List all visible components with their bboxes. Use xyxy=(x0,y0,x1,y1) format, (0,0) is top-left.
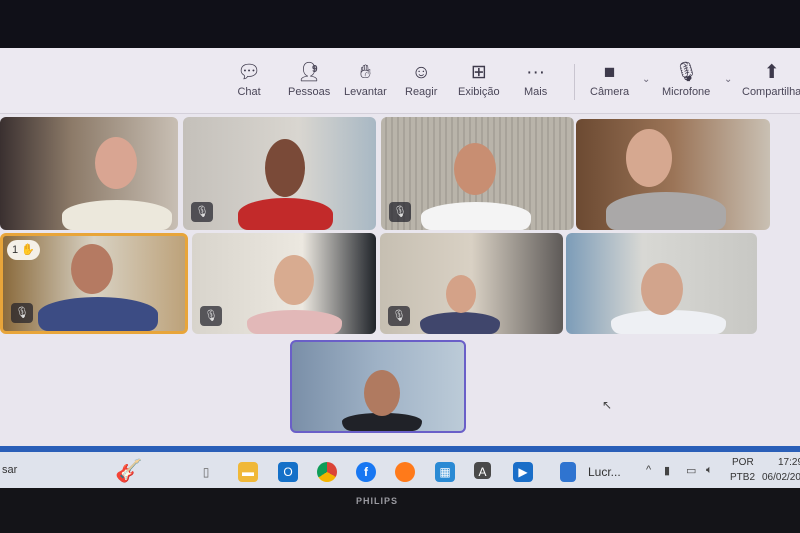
participant-video-tile[interactable]: 🎙︎ xyxy=(380,233,563,334)
media-player-icon[interactable]: ▶ xyxy=(513,462,533,482)
participant-video-tile[interactable] xyxy=(566,233,757,334)
monitor-logo: PHILIPS xyxy=(356,496,399,506)
muted-mic-icon: 🎙︎ xyxy=(11,303,33,323)
participant-video-tile[interactable] xyxy=(576,119,770,230)
mouse-cursor-icon: ↖ xyxy=(602,398,613,412)
share-icon: ⬆ xyxy=(763,62,780,83)
firefox-icon[interactable] xyxy=(395,462,415,482)
people-button[interactable]: 👤︎ 9 Pessoas xyxy=(288,60,330,98)
taskbar-item-document[interactable]: Lucr... xyxy=(588,465,621,479)
search-box[interactable]: sar xyxy=(2,464,17,476)
chat-icon: 💬︎ xyxy=(237,62,262,83)
volume-icon[interactable]: 🔈︎ xyxy=(706,464,713,477)
participant-video-tile[interactable]: 🎙︎ xyxy=(183,117,376,230)
mic-button[interactable]: 🎙︎ Microfone xyxy=(662,60,710,98)
more-button[interactable]: ··· Mais xyxy=(524,60,547,98)
camera-options-chevron-icon[interactable]: ⌄ xyxy=(642,74,650,85)
app-icon[interactable]: ▦ xyxy=(435,462,455,482)
guitar-icon: 🎸 xyxy=(115,458,143,483)
chrome-icon[interactable] xyxy=(317,462,337,482)
microphone-tray-icon: ▮ xyxy=(664,465,671,477)
muted-mic-icon: 🎙︎ xyxy=(191,202,213,222)
meeting-toolbar: 💬︎ Chat 👤︎ 9 Pessoas ✋︎ Levantar ☺ Reagir ⊞ Ex… xyxy=(0,48,800,114)
participant-video-tile[interactable] xyxy=(0,117,178,230)
more-icon: ··· xyxy=(526,62,546,83)
keyboard-layout[interactable]: PTB2 xyxy=(730,472,755,483)
document-icon[interactable] xyxy=(560,462,576,482)
grid-icon: ⊞ xyxy=(470,62,487,83)
react-button[interactable]: ☺ Reagir xyxy=(405,60,437,98)
muted-mic-icon: 🎙︎ xyxy=(200,306,222,326)
font-app-icon[interactable]: A xyxy=(474,462,491,479)
self-video-tile[interactable] xyxy=(290,340,466,433)
facebook-icon[interactable]: f xyxy=(356,462,376,482)
participant-video-tile[interactable]: 🎙︎ xyxy=(192,233,376,334)
microphone-icon: 🎙︎ xyxy=(674,62,699,83)
monitor-bezel: PHILIPS xyxy=(0,488,800,533)
camera-button[interactable]: ■ Câmera xyxy=(590,60,629,98)
participant-video-tile-active[interactable]: 1 ✋ 🎙︎ xyxy=(0,233,188,334)
task-view-icon[interactable]: ▯ xyxy=(196,462,216,482)
hand-icon: ✋︎ xyxy=(359,62,371,83)
participant-video-tile[interactable]: 🎙︎ xyxy=(381,117,574,230)
mic-options-chevron-icon[interactable]: ⌄ xyxy=(724,74,732,85)
view-button[interactable]: ⊞ Exibição xyxy=(458,60,500,98)
chat-button[interactable]: 💬︎ Chat xyxy=(237,60,261,98)
file-explorer-icon[interactable]: ▬ xyxy=(238,462,258,482)
smiley-icon: ☺ xyxy=(411,62,431,83)
clock-date[interactable]: 06/02/20 xyxy=(762,472,800,483)
outlook-icon[interactable]: O xyxy=(278,462,298,482)
tray-chevron-icon[interactable]: ^ xyxy=(646,464,651,476)
windows-taskbar: sar 🎸 ▯ ▬ O f ▦ A ▶ Lucr... ^ ▮ ▭ 🔈︎ POR… xyxy=(0,446,800,488)
muted-mic-icon: 🎙︎ xyxy=(389,202,411,222)
raised-hand-badge: 1 ✋ xyxy=(7,240,40,260)
language-indicator[interactable]: POR xyxy=(732,457,754,468)
muted-mic-icon: 🎙︎ xyxy=(388,306,410,326)
hand-icon: ✋ xyxy=(21,244,35,256)
clock-time[interactable]: 17:29 xyxy=(778,457,800,468)
share-button[interactable]: ⬆ Compartilha xyxy=(742,60,800,98)
divider xyxy=(574,64,575,100)
camera-icon: ■ xyxy=(603,62,616,83)
network-icon[interactable]: ▭ xyxy=(686,464,696,477)
raise-hand-button[interactable]: ✋︎ Levantar xyxy=(344,60,387,98)
teams-window: 💬︎ Chat 👤︎ 9 Pessoas ✋︎ Levantar ☺ Reagir ⊞ Ex… xyxy=(0,48,800,488)
